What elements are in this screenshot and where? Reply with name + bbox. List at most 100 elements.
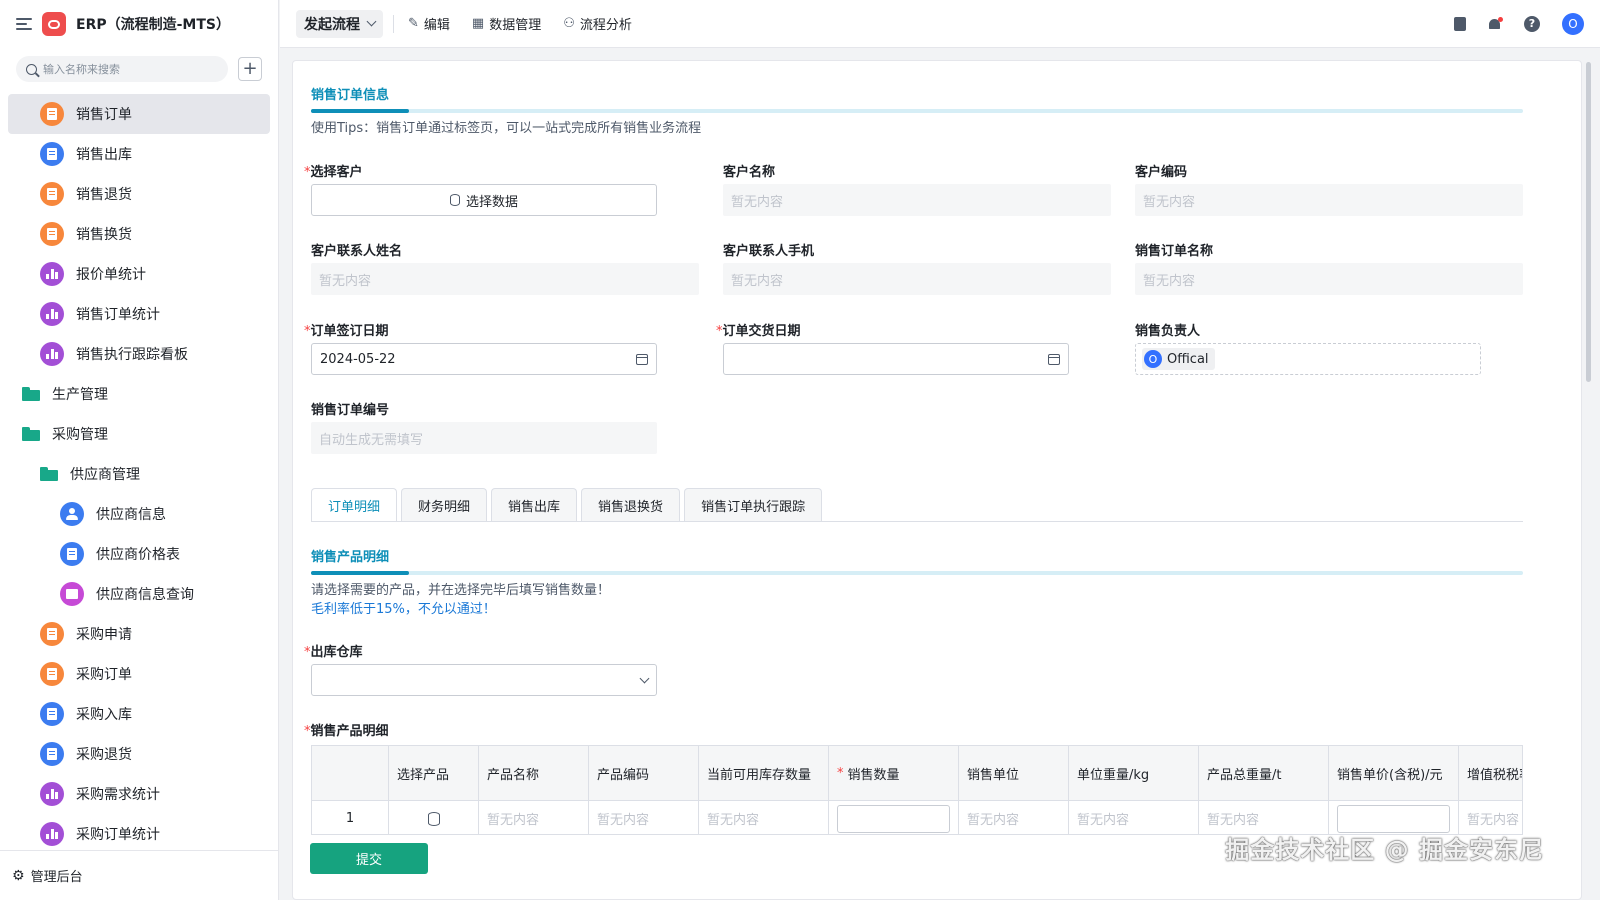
book-icon[interactable] — [1454, 16, 1466, 31]
sidebar-nav: 销售订单 销售出库 销售退货 销售换货 报价单统计 销售订单统计 销售执行跟踪看板 生产管理采… — [0, 90, 278, 854]
submit-button[interactable]: 提交 — [310, 843, 428, 874]
delivery-date-label: *订单交货日期 — [716, 324, 801, 339]
sidebar-item-label: 供应商信息 — [96, 507, 166, 523]
sidebar-item[interactable]: 销售执行跟踪看板 — [0, 334, 278, 374]
column-header: 增值税税率 — [1459, 746, 1522, 800]
select-data-button[interactable]: 选择数据 — [311, 184, 657, 216]
tab[interactable]: 订单明细 — [311, 488, 398, 521]
process-analysis-label: 流程分析 — [579, 18, 632, 33]
sidebar-item[interactable]: 采购订单统计 — [0, 814, 278, 854]
flow-icon: ⚇ — [563, 16, 575, 31]
warehouse-select[interactable] — [311, 664, 657, 696]
row-index: 1 — [312, 801, 389, 834]
sidebar-item[interactable]: 采购退货 — [0, 734, 278, 774]
avatar[interactable]: O — [1562, 12, 1584, 35]
table-cell: 暂无内容 — [479, 801, 589, 834]
tab[interactable]: 销售出库 — [491, 488, 578, 521]
menu-icon[interactable] — [16, 18, 32, 30]
sidebar-item[interactable]: 销售退货 — [0, 174, 278, 214]
sidebar-item-label: 采购退货 — [76, 747, 132, 763]
sidebar-item-label: 采购申请 — [76, 627, 132, 643]
tab[interactable]: 财务明细 — [401, 488, 488, 521]
sidebar-item[interactable]: 销售换货 — [0, 214, 278, 254]
launch-process-dropdown[interactable]: 发起流程 — [296, 9, 383, 38]
sidebar-item[interactable]: 采购入库 — [0, 694, 278, 734]
admin-console-link[interactable]: ⚙ 管理后台 — [0, 850, 278, 900]
section-underline — [311, 571, 1523, 575]
column-header: 销售单价(含税)/元 — [1329, 746, 1459, 800]
database-icon — [449, 194, 460, 206]
column-header: 产品名称 — [479, 746, 589, 800]
launch-process-label: 发起流程 — [304, 16, 360, 33]
tab[interactable]: 销售退换货 — [581, 488, 681, 521]
select-product-button[interactable] — [389, 801, 479, 834]
sidebar-item-label: 销售订单统计 — [76, 307, 160, 323]
sidebar-item-label: 销售退货 — [76, 187, 132, 203]
sidebar-item[interactable]: 销售出库 — [0, 134, 278, 174]
cell-input[interactable] — [837, 804, 950, 833]
scrollbar[interactable] — [1586, 62, 1591, 382]
doc-icon — [40, 742, 64, 766]
sidebar-item[interactable]: 销售订单统计 — [0, 294, 278, 334]
calendar-icon — [1048, 353, 1060, 365]
column-header: 当前可用库存数量 — [699, 746, 829, 800]
section-underline — [311, 109, 1523, 113]
sidebar-item[interactable]: 报价单统计 — [0, 254, 278, 294]
sidebar-item[interactable]: 采购管理 — [0, 414, 278, 454]
edit-button[interactable]: ✎ 编辑 — [408, 14, 450, 33]
contact-name-label: 客户联系人姓名 — [311, 244, 403, 259]
chart-icon — [40, 822, 64, 846]
doc-icon — [40, 102, 64, 126]
sidebar-item[interactable]: 供应商信息 — [0, 494, 278, 534]
search-icon — [26, 63, 37, 75]
chevron-down-icon — [366, 16, 377, 27]
calendar-icon — [636, 353, 648, 365]
column-header: 选择产品 — [389, 746, 479, 800]
admin-console-label: 管理后台 — [30, 870, 83, 885]
table-cell-input[interactable] — [829, 801, 959, 834]
chart-icon — [40, 302, 64, 326]
sidebar-item[interactable]: 采购申请 — [0, 614, 278, 654]
order-no-field: 自动生成无需填写 — [311, 422, 657, 454]
column-header: 产品编码 — [589, 746, 699, 800]
app-title: ERP（流程制造-MTS） — [76, 17, 230, 33]
sidebar-item[interactable]: 采购订单 — [0, 654, 278, 694]
chart-icon — [40, 262, 64, 286]
contact-phone-label: 客户联系人手机 — [723, 244, 815, 259]
order-name-label: 销售订单名称 — [1135, 244, 1214, 259]
help-icon[interactable]: ? — [1524, 15, 1540, 32]
sidebar-item-label: 采购订单 — [76, 667, 132, 683]
sidebar-item-label: 供应商管理 — [70, 467, 140, 483]
tab[interactable]: 销售订单执行跟踪 — [684, 488, 823, 521]
doc-icon — [40, 142, 64, 166]
sidebar-item-label: 采购订单统计 — [76, 827, 160, 843]
sidebar-item[interactable]: 采购需求统计 — [0, 774, 278, 814]
product-table-label: *销售产品明细 — [304, 724, 389, 739]
sales-owner-field[interactable]: O Offical — [1135, 343, 1481, 375]
product-table: 选择产品 产品名称 产品编码 当前可用库存数量 * 销售数量 销售单位 单位重量/kg 产品总… — [311, 745, 1523, 835]
sidebar-item[interactable]: 供应商管理 — [0, 454, 278, 494]
sidebar-item[interactable]: 生产管理 — [0, 374, 278, 414]
data-management-button[interactable]: ▦ 数据管理 — [472, 14, 541, 33]
sidebar-item[interactable]: 供应商价格表 — [0, 534, 278, 574]
cell-input[interactable] — [1337, 804, 1450, 833]
sign-date-label: *订单签订日期 — [304, 324, 389, 339]
sales-owner-tag[interactable]: O Offical — [1142, 348, 1215, 370]
bell-icon[interactable] — [1488, 16, 1503, 31]
detail-section-title: 销售产品明细 — [311, 550, 390, 565]
add-button[interactable]: + — [238, 57, 262, 81]
divider — [393, 14, 394, 33]
sidebar-item[interactable]: 销售订单 — [8, 94, 270, 134]
customer-name-field: 暂无内容 — [723, 184, 1111, 216]
process-analysis-button[interactable]: ⚇ 流程分析 — [563, 14, 632, 33]
sidebar-item-label: 供应商信息查询 — [96, 587, 194, 603]
select-data-label: 选择数据 — [465, 194, 518, 210]
search-input[interactable]: 输入名称来搜索 — [16, 56, 228, 82]
sidebar-item-label: 销售订单 — [76, 107, 132, 123]
chart-icon — [40, 782, 64, 806]
sign-date-input[interactable]: 2024-05-22 — [311, 343, 657, 375]
delivery-date-input[interactable] — [723, 343, 1069, 375]
watermark: 掘金技术社区 @ 掘金安东尼 — [1225, 836, 1544, 864]
usage-tip: 使用Tips：销售订单通过标签页，可以一站式完成所有销售业务流程 — [311, 121, 702, 136]
sidebar-item[interactable]: 供应商信息查询 — [0, 574, 278, 614]
